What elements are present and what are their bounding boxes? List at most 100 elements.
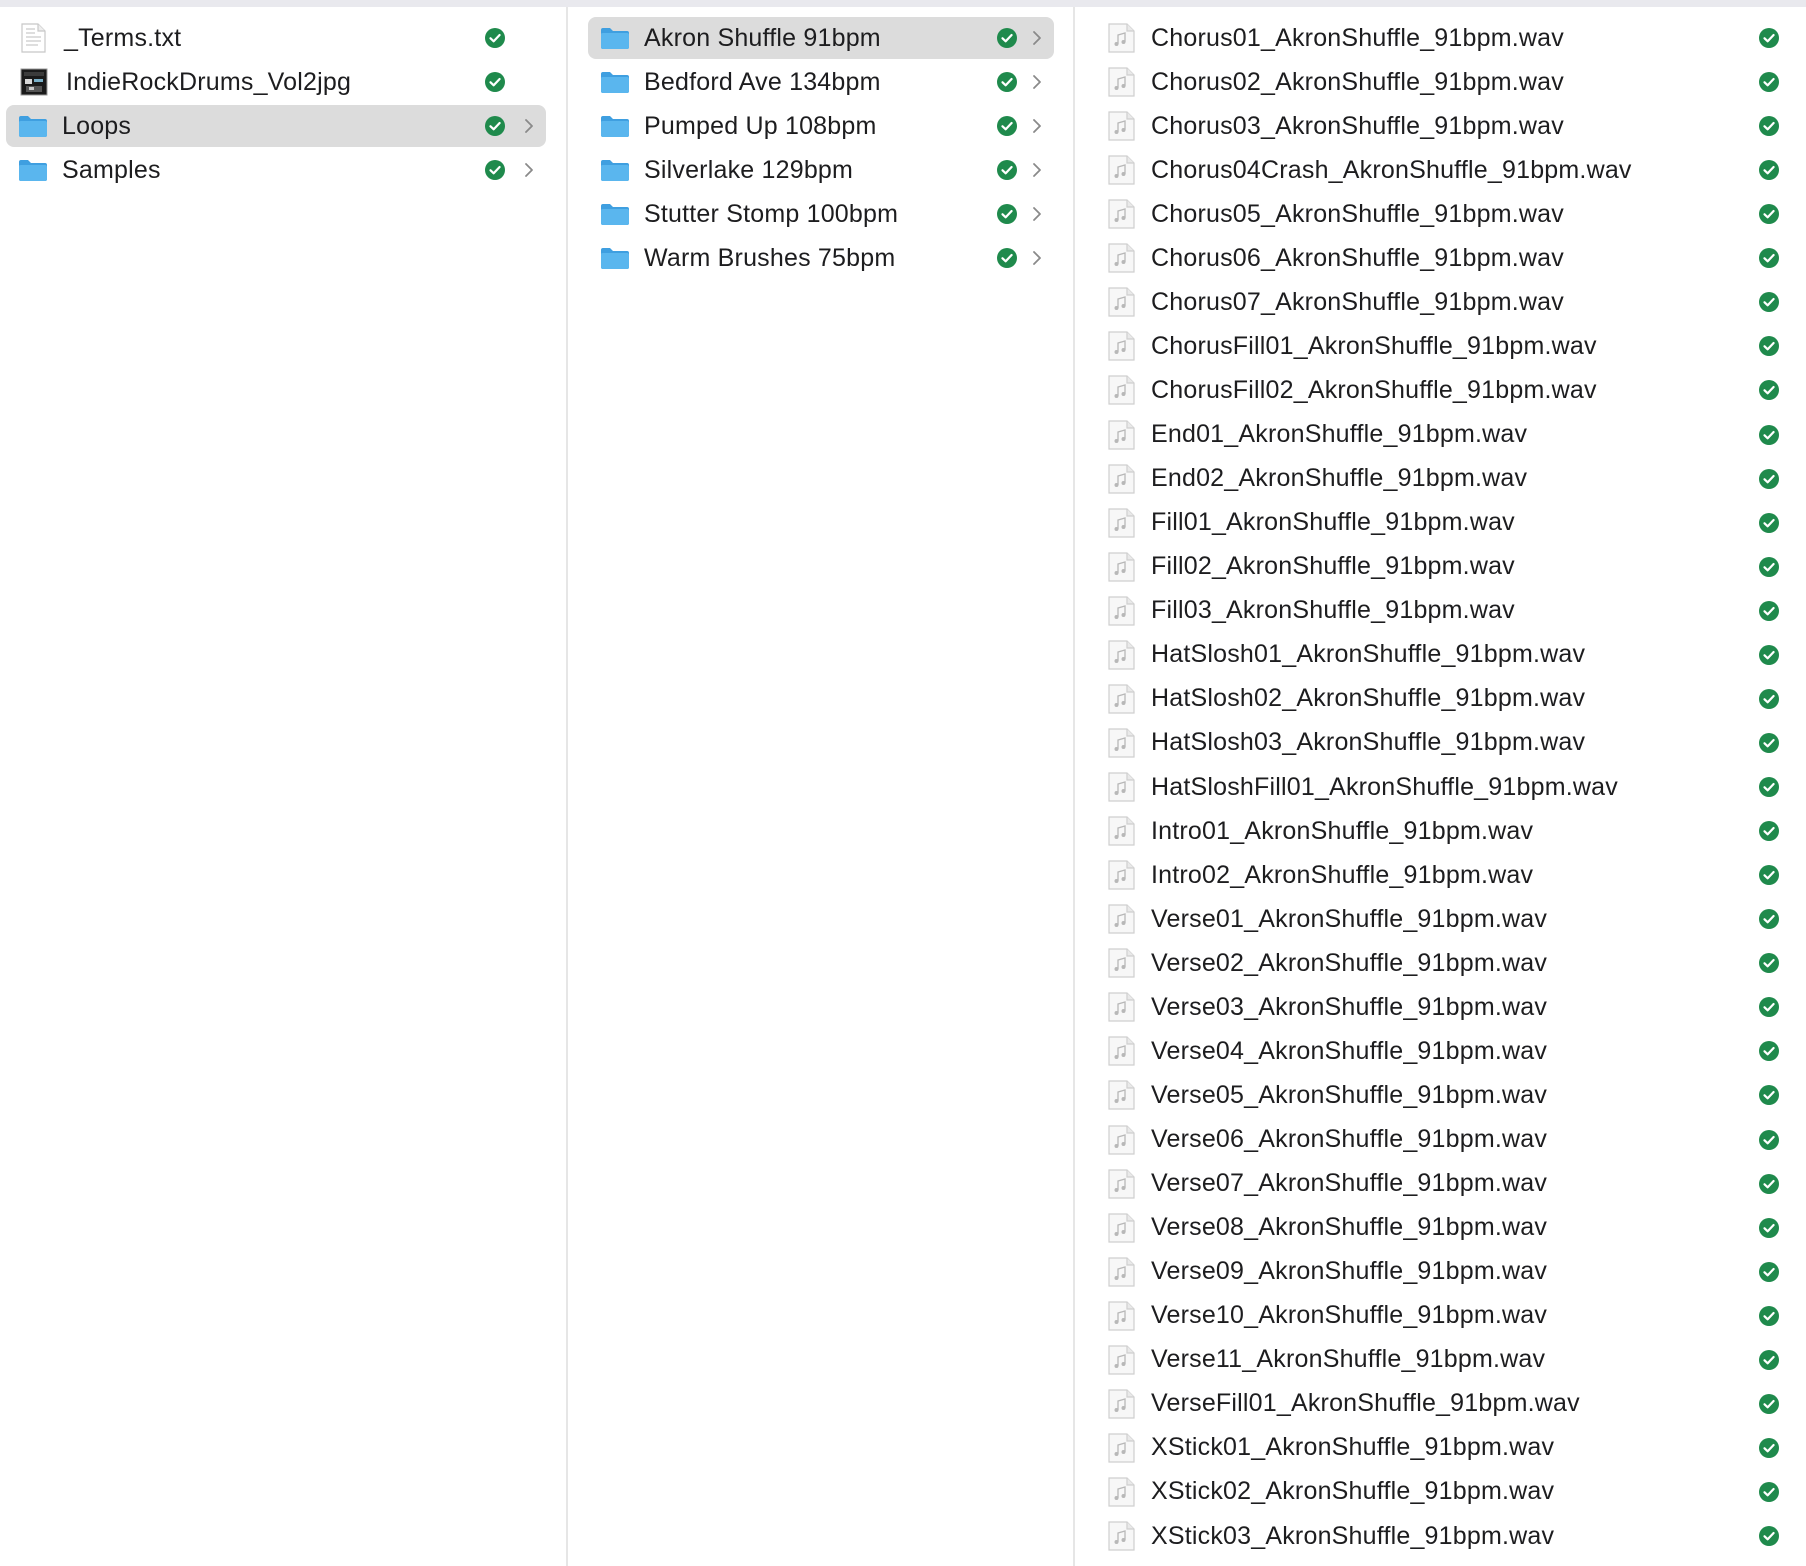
audio-file-icon [1107,1257,1135,1287]
synced-checkmark-icon [1758,1173,1780,1195]
item-label: Verse05_AkronShuffle_91bpm.wav [1151,1080,1548,1109]
folder-icon [600,158,630,182]
item-label: Verse03_AkronShuffle_91bpm.wav [1151,992,1548,1021]
file-item-fill02-akronshuffle-91bpm-wav[interactable]: Fill02_AkronShuffle_91bpm.wav [1075,546,1806,588]
synced-checkmark-icon [1758,908,1780,930]
item-label: Bedford Ave 134bpm [644,67,881,96]
synced-checkmark-icon [1758,776,1780,798]
chevron-right-icon [1030,205,1044,223]
file-item-chorus04crash-akronshuffle-91bpm-wav[interactable]: Chorus04Crash_AkronShuffle_91bpm.wav [1075,149,1806,191]
file-item-intro01-akronshuffle-91bpm-wav[interactable]: Intro01_AkronShuffle_91bpm.wav [1075,810,1806,852]
item-label: VerseFill01_AkronShuffle_91bpm.wav [1151,1389,1580,1418]
synced-checkmark-icon [1758,556,1780,578]
file-item-verse01-akronshuffle-91bpm-wav[interactable]: Verse01_AkronShuffle_91bpm.wav [1075,898,1806,940]
file-item-chorus03-akronshuffle-91bpm-wav[interactable]: Chorus03_AkronShuffle_91bpm.wav [1075,105,1806,147]
file-item-verse06-akronshuffle-91bpm-wav[interactable]: Verse06_AkronShuffle_91bpm.wav [1075,1119,1806,1161]
item-label: Verse09_AkronShuffle_91bpm.wav [1151,1257,1548,1286]
audio-file-icon [1107,67,1135,97]
root-item-terms-txt[interactable]: _Terms.txt [6,17,546,59]
item-label: Verse01_AkronShuffle_91bpm.wav [1151,904,1548,933]
synced-checkmark-icon [1758,1084,1780,1106]
synced-checkmark-icon [1758,468,1780,490]
file-item-verse08-akronshuffle-91bpm-wav[interactable]: Verse08_AkronShuffle_91bpm.wav [1075,1207,1806,1249]
image-file-icon [20,68,48,96]
item-label: Fill02_AkronShuffle_91bpm.wav [1151,552,1515,581]
file-item-chorus02-akronshuffle-91bpm-wav[interactable]: Chorus02_AkronShuffle_91bpm.wav [1075,61,1806,103]
text-file-icon [20,23,46,53]
file-item-end01-akronshuffle-91bpm-wav[interactable]: End01_AkronShuffle_91bpm.wav [1075,414,1806,456]
loops-item-akron-shuffle-91bpm[interactable]: Akron Shuffle 91bpm [588,17,1054,59]
item-label: Loops [62,111,132,140]
root-item-indierockdrums-vol2jpg[interactable]: IndieRockDrums_Vol2jpg [6,61,546,103]
file-item-verse04-akronshuffle-91bpm-wav[interactable]: Verse04_AkronShuffle_91bpm.wav [1075,1030,1806,1072]
loops-item-silverlake-129bpm[interactable]: Silverlake 129bpm [588,149,1054,191]
synced-checkmark-icon [1758,600,1780,622]
synced-checkmark-icon [1758,424,1780,446]
column-akron-shuffle[interactable]: Chorus01_AkronShuffle_91bpm.wav Chorus02_… [1075,7,1806,1566]
item-label: Pumped Up 108bpm [644,111,877,140]
folder-icon [18,158,48,182]
file-item-hatsloshfill01-akronshuffle-91bpm-wav[interactable]: HatSloshFill01_AkronShuffle_91bpm.wav [1075,766,1806,808]
file-item-chorus07-akronshuffle-91bpm-wav[interactable]: Chorus07_AkronShuffle_91bpm.wav [1075,281,1806,323]
item-label: Verse07_AkronShuffle_91bpm.wav [1151,1169,1548,1198]
audio-file-icon [1107,463,1135,494]
column-loops[interactable]: Akron Shuffle 91bpm Bedford Ave 134bpm Pum… [568,7,1075,1566]
file-item-chorusfill02-akronshuffle-91bpm-wav[interactable]: ChorusFill02_AkronShuffle_91bpm.wav [1075,369,1806,411]
file-item-intro02-akronshuffle-91bpm-wav[interactable]: Intro02_AkronShuffle_91bpm.wav [1075,854,1806,896]
synced-checkmark-icon [1758,71,1780,93]
file-item-verse07-akronshuffle-91bpm-wav[interactable]: Verse07_AkronShuffle_91bpm.wav [1075,1163,1806,1205]
synced-checkmark-icon [996,115,1018,137]
file-item-verse03-akronshuffle-91bpm-wav[interactable]: Verse03_AkronShuffle_91bpm.wav [1075,986,1806,1028]
item-label: Fill01_AkronShuffle_91bpm.wav [1151,508,1515,537]
audio-file-icon [1107,948,1135,978]
audio-file-icon [1107,860,1135,890]
file-item-xstick03-akronshuffle-91bpm-wav[interactable]: XStick03_AkronShuffle_91bpm.wav [1075,1515,1806,1557]
column-root[interactable]: _Terms.txt IndieRockDrums_Vol2jpg Loops Sam… [0,7,568,1566]
file-item-chorusfill01-akronshuffle-91bpm-wav[interactable]: ChorusFill01_AkronShuffle_91bpm.wav [1075,325,1806,367]
item-label: ChorusFill01_AkronShuffle_91bpm.wav [1151,331,1597,360]
audio-file-icon [1107,1433,1135,1463]
file-item-hatslosh03-akronshuffle-91bpm-wav[interactable]: HatSlosh03_AkronShuffle_91bpm.wav [1075,722,1806,764]
file-item-chorus01-akronshuffle-91bpm-wav[interactable]: Chorus01_AkronShuffle_91bpm.wav [1075,17,1806,59]
file-item-chorus05-akronshuffle-91bpm-wav[interactable]: Chorus05_AkronShuffle_91bpm.wav [1075,193,1806,235]
synced-checkmark-icon [484,115,506,137]
synced-checkmark-icon [1758,1349,1780,1371]
item-label: Verse02_AkronShuffle_91bpm.wav [1151,948,1548,977]
synced-checkmark-icon [1758,247,1780,269]
item-label: Chorus04Crash_AkronShuffle_91bpm.wav [1151,155,1632,184]
chevron-right-icon [1030,249,1044,267]
folder-icon [600,70,630,94]
synced-checkmark-icon [1758,27,1780,49]
synced-checkmark-icon [1758,1129,1780,1151]
file-item-fill03-akronshuffle-91bpm-wav[interactable]: Fill03_AkronShuffle_91bpm.wav [1075,590,1806,632]
item-label: HatSloshFill01_AkronShuffle_91bpm.wav [1151,772,1618,801]
file-item-hatslosh02-akronshuffle-91bpm-wav[interactable]: HatSlosh02_AkronShuffle_91bpm.wav [1075,678,1806,720]
loops-item-warm-brushes-75bpm[interactable]: Warm Brushes 75bpm [588,237,1054,279]
loops-item-bedford-ave-134bpm[interactable]: Bedford Ave 134bpm [588,61,1054,103]
file-item-verse09-akronshuffle-91bpm-wav[interactable]: Verse09_AkronShuffle_91bpm.wav [1075,1251,1806,1293]
file-item-fill01-akronshuffle-91bpm-wav[interactable]: Fill01_AkronShuffle_91bpm.wav [1075,502,1806,544]
file-item-verse10-akronshuffle-91bpm-wav[interactable]: Verse10_AkronShuffle_91bpm.wav [1075,1295,1806,1337]
synced-checkmark-icon [1758,996,1780,1018]
file-item-end02-akronshuffle-91bpm-wav[interactable]: End02_AkronShuffle_91bpm.wav [1075,458,1806,500]
file-item-versefill01-akronshuffle-91bpm-wav[interactable]: VerseFill01_AkronShuffle_91bpm.wav [1075,1383,1806,1425]
root-item-samples[interactable]: Samples [6,149,546,191]
chevron-right-icon [522,161,536,179]
audio-file-icon [1107,1124,1135,1155]
file-item-verse05-akronshuffle-91bpm-wav[interactable]: Verse05_AkronShuffle_91bpm.wav [1075,1074,1806,1116]
audio-file-icon [1107,155,1135,185]
file-item-hatslosh01-akronshuffle-91bpm-wav[interactable]: HatSlosh01_AkronShuffle_91bpm.wav [1075,634,1806,676]
chevron-right-icon [1030,73,1044,91]
loops-item-pumped-up-108bpm[interactable]: Pumped Up 108bpm [588,105,1054,147]
synced-checkmark-icon [1758,1217,1780,1239]
file-item-verse02-akronshuffle-91bpm-wav[interactable]: Verse02_AkronShuffle_91bpm.wav [1075,942,1806,984]
folder-icon [18,114,48,138]
file-item-xstick02-akronshuffle-91bpm-wav[interactable]: XStick02_AkronShuffle_91bpm.wav [1075,1471,1806,1513]
item-label: Akron Shuffle 91bpm [644,23,881,52]
file-item-chorus06-akronshuffle-91bpm-wav[interactable]: Chorus06_AkronShuffle_91bpm.wav [1075,237,1806,279]
loops-item-stutter-stomp-100bpm[interactable]: Stutter Stomp 100bpm [588,193,1054,235]
synced-checkmark-icon [1758,159,1780,181]
root-item-loops[interactable]: Loops [6,105,546,148]
file-item-verse11-akronshuffle-91bpm-wav[interactable]: Verse11_AkronShuffle_91bpm.wav [1075,1339,1806,1381]
file-item-xstick01-akronshuffle-91bpm-wav[interactable]: XStick01_AkronShuffle_91bpm.wav [1075,1427,1806,1469]
